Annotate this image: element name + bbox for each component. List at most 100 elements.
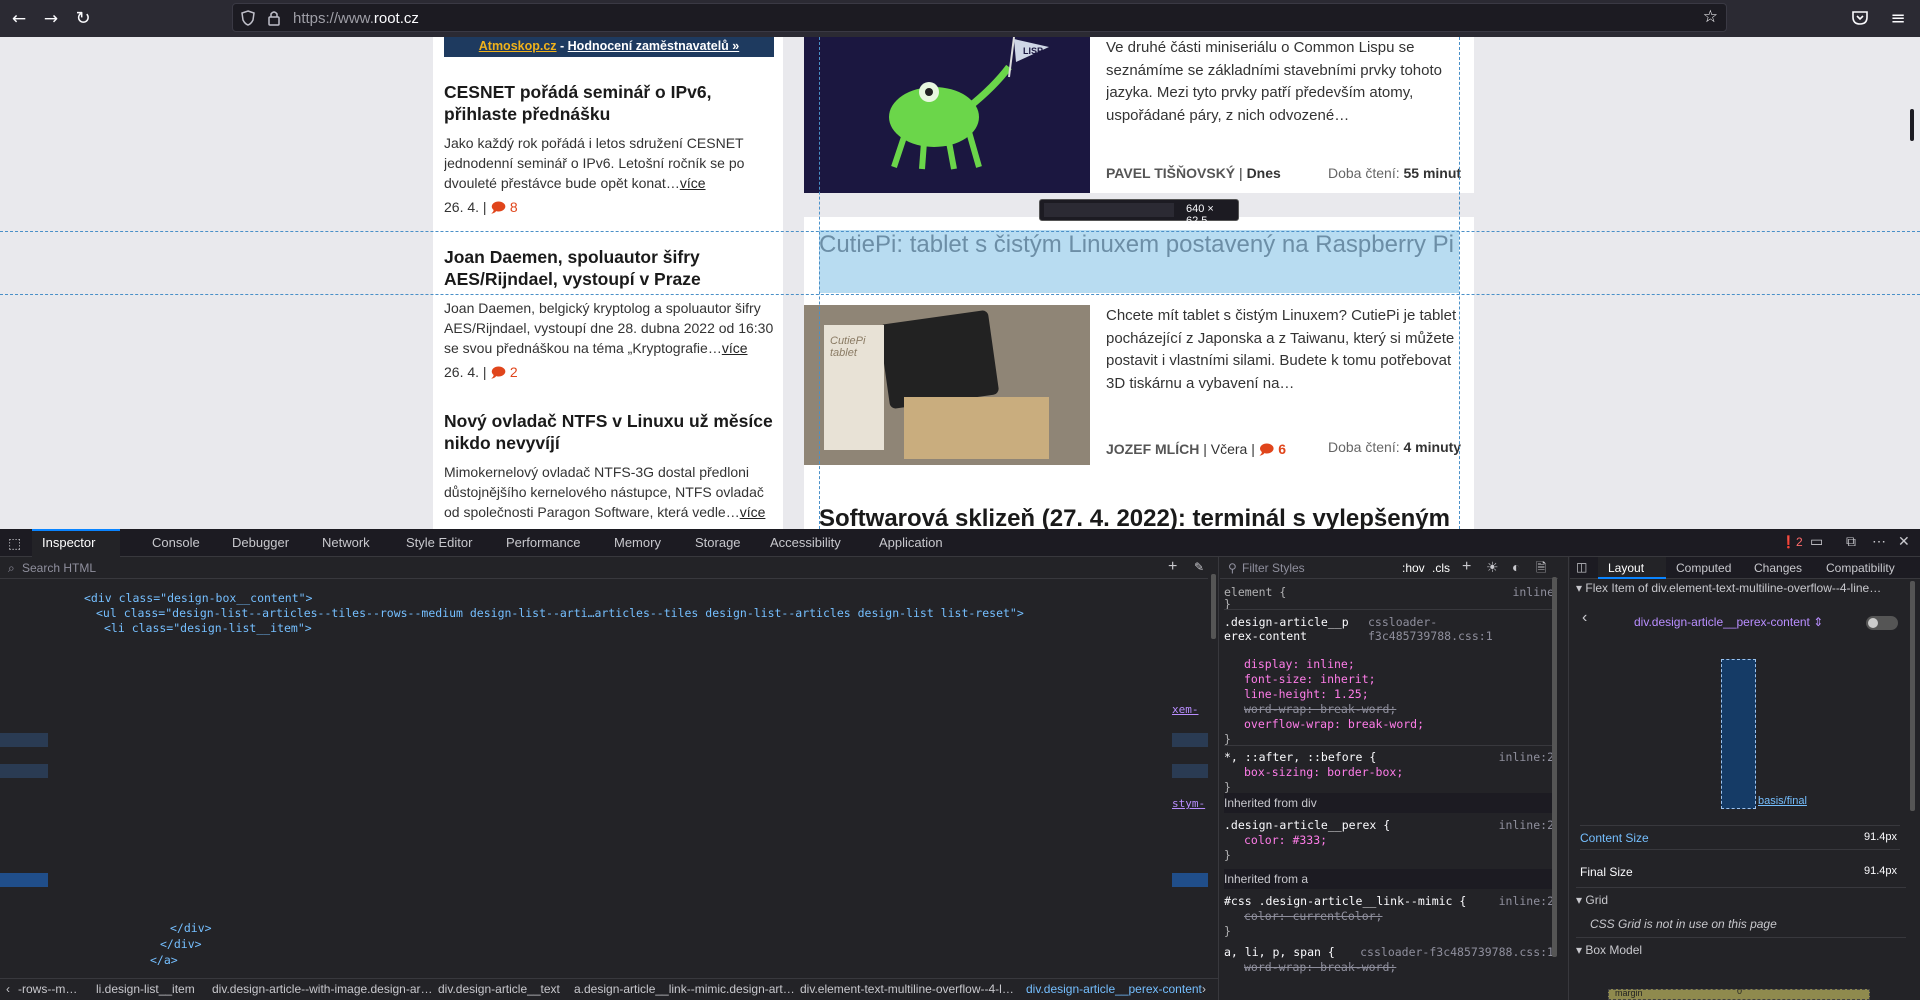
rule-source[interactable]: inline <box>1512 585 1554 599</box>
breadcrumb-item[interactable]: a.design-article__link--mimic.design-art… <box>574 982 795 996</box>
address-bar[interactable]: https://www.root.cz ☆ <box>232 3 1727 32</box>
breadcrumb-item[interactable]: div.design-article--with-image.design-ar… <box>212 982 433 996</box>
reload-icon[interactable]: ↻ <box>70 6 96 32</box>
back-chevron-icon[interactable]: ‹ <box>1582 609 1587 627</box>
comment-count[interactable]: 8 <box>510 199 518 215</box>
rule-source[interactable]: inline:2 <box>1499 818 1554 832</box>
article-title[interactable]: Joan Daemen, spoluautor šifry AES/Rijnda… <box>444 246 774 290</box>
atmoskop-link[interactable]: Atmoskop.cz <box>479 39 557 53</box>
article-title[interactable]: CutiePi: tablet s čistým Linuxem postave… <box>819 230 1469 260</box>
breadcrumb-item[interactable]: -rows--m… <box>18 982 77 996</box>
css-declaration[interactable]: line-height: 1.25; <box>1244 687 1369 701</box>
article-title[interactable]: Nový ovladač NTFS v Linuxu už měsíce nik… <box>444 410 774 454</box>
article-perex[interactable]: Ve druhé části miniseriálu o Common Lisp… <box>1106 37 1466 127</box>
html-scrollbar[interactable] <box>1211 574 1216 639</box>
employer-rating-link[interactable]: Hodnocení zaměstnavatelů » <box>568 39 740 53</box>
close-icon[interactable]: ✕ <box>1898 533 1910 550</box>
article-perex[interactable]: Chcete mít tablet s čistým Linuxem? Cuti… <box>1106 305 1466 395</box>
search-html-input[interactable]: Search HTML <box>22 561 96 575</box>
dark-theme-icon[interactable]: ◐ <box>1512 559 1520 575</box>
eyedropper-icon[interactable]: ✎ <box>1194 560 1204 574</box>
html-snippet[interactable]: xem- <box>1172 703 1199 716</box>
css-declaration[interactable]: font-size: inherit; <box>1244 672 1376 686</box>
print-media-icon[interactable]: 🗎 <box>1536 559 1546 581</box>
article-author[interactable]: JOZEF MLÍCH <box>1106 441 1199 457</box>
back-icon[interactable]: ← <box>6 6 32 32</box>
tab-layout[interactable]: Layout <box>1608 561 1644 575</box>
html-node[interactable]: </div> <box>170 921 212 935</box>
breadcrumb-item[interactable]: li.design-list__item <box>96 982 195 996</box>
tab-application[interactable]: Application <box>879 535 943 550</box>
css-declaration[interactable]: box-sizing: border-box; <box>1244 765 1403 779</box>
split-console-icon[interactable]: ▭ <box>1810 533 1823 550</box>
tab-inspector[interactable]: Inspector <box>42 535 95 550</box>
pocket-icon[interactable] <box>1851 9 1869 27</box>
more-options-icon[interactable]: ⋯ <box>1872 533 1886 550</box>
html-node[interactable]: <div class="design-box__content"> <box>84 591 312 605</box>
toggle-pane-icon[interactable]: ◫ <box>1576 560 1587 574</box>
comment-count[interactable]: 6 <box>1278 441 1286 457</box>
more-link[interactable]: více <box>740 504 766 520</box>
tab-compatibility[interactable]: Compatibility <box>1826 561 1895 575</box>
tab-console[interactable]: Console <box>152 535 200 550</box>
tab-storage[interactable]: Storage <box>695 535 741 550</box>
hov-toggle[interactable]: :hov <box>1402 561 1425 575</box>
comment-count[interactable]: 2 <box>510 364 518 380</box>
breadcrumb-item[interactable]: div.design-article__perex-content <box>1026 982 1202 996</box>
article-title[interactable]: CESNET pořádá seminář o IPv6, přihlaste … <box>444 81 774 125</box>
tab-changes[interactable]: Changes <box>1754 561 1802 575</box>
cls-toggle[interactable]: .cls <box>1432 561 1450 575</box>
add-node-icon[interactable]: + <box>1168 558 1177 576</box>
page-scrollbar[interactable] <box>1910 109 1914 141</box>
css-declaration[interactable]: display: inline; <box>1244 657 1355 671</box>
html-node[interactable]: <li class="design-list__item"> <box>104 621 312 635</box>
tab-debugger[interactable]: Debugger <box>232 535 289 550</box>
rule-source[interactable]: cssloader-f3c485739788.css:1 <box>1368 615 1554 643</box>
tab-style-editor[interactable]: Style Editor <box>406 535 472 550</box>
breadcrumb-right-icon[interactable]: › <box>1202 982 1206 996</box>
forward-icon[interactable]: → <box>38 6 64 32</box>
more-link[interactable]: více <box>722 340 748 356</box>
sidebar-scrollbar[interactable] <box>1910 581 1915 811</box>
article-author[interactable]: PAVEL TIŠŇOVSKÝ <box>1106 165 1235 181</box>
dock-icon[interactable]: ⧉ <box>1846 533 1856 550</box>
rule-source[interactable]: cssloader-f3c485739788.css:1 <box>1360 945 1554 959</box>
error-count-badge[interactable]: ❗2 <box>1781 535 1803 549</box>
rule-source[interactable]: inline:2 <box>1499 750 1554 764</box>
more-link[interactable]: více <box>680 175 706 191</box>
bookmark-star-icon[interactable]: ☆ <box>1703 7 1718 27</box>
css-declaration[interactable]: color: currentColor; <box>1244 909 1382 923</box>
flex-item-header[interactable]: ▾ Flex Item of div.element-text-multilin… <box>1576 581 1906 601</box>
tab-computed[interactable]: Computed <box>1676 561 1731 575</box>
html-snippet[interactable]: stym- <box>1172 797 1205 810</box>
article-title[interactable]: Softwarová sklizeň (27. 4. 2022): termin… <box>819 505 1469 529</box>
tab-memory[interactable]: Memory <box>614 535 661 550</box>
breadcrumb-item[interactable]: div.design-article__text <box>438 982 560 996</box>
box-model-header[interactable]: ▾ Box Model <box>1576 943 1642 957</box>
tab-performance[interactable]: Performance <box>506 535 580 550</box>
tab-network[interactable]: Network <box>322 535 370 550</box>
pick-element-icon[interactable]: ⬚ <box>8 535 21 552</box>
menu-icon[interactable]: ≡ <box>1885 6 1911 32</box>
html-node[interactable]: </a> <box>150 953 178 967</box>
html-node[interactable]: </div> <box>160 937 202 951</box>
grid-header[interactable]: ▾ Grid <box>1576 893 1608 907</box>
flex-selector[interactable]: div.design-article__perex-content ⇕ <box>1634 615 1823 629</box>
cutiepi-image[interactable]: CutiePi tablet <box>804 305 1090 465</box>
rules-scrollbar[interactable] <box>1552 577 1557 957</box>
css-declaration[interactable]: word-wrap: break-word; <box>1244 960 1396 974</box>
css-declaration[interactable]: color: #333; <box>1244 833 1327 847</box>
breadcrumb-left-icon[interactable]: ‹ <box>6 982 10 996</box>
light-theme-icon[interactable]: ☀ <box>1486 559 1499 576</box>
tab-accessibility[interactable]: Accessibility <box>770 535 841 550</box>
rule-source[interactable]: inline:2 <box>1499 894 1554 908</box>
breadcrumb-item[interactable]: div.element-text-multiline-overflow--4-l… <box>800 982 1014 996</box>
add-rule-icon[interactable]: + <box>1462 558 1471 576</box>
margin-value[interactable]: 0 <box>1737 986 1742 996</box>
filter-styles-input[interactable]: Filter Styles <box>1242 561 1305 575</box>
html-node[interactable]: <ul class="design-list--articles--tiles-… <box>96 606 1196 620</box>
highlight-toggle[interactable] <box>1866 616 1898 630</box>
lisp-alien-image[interactable]: LISP <box>804 37 1090 193</box>
css-declaration[interactable]: overflow-wrap: break-word; <box>1244 717 1424 731</box>
css-declaration[interactable]: word-wrap: break-word; <box>1244 702 1396 716</box>
